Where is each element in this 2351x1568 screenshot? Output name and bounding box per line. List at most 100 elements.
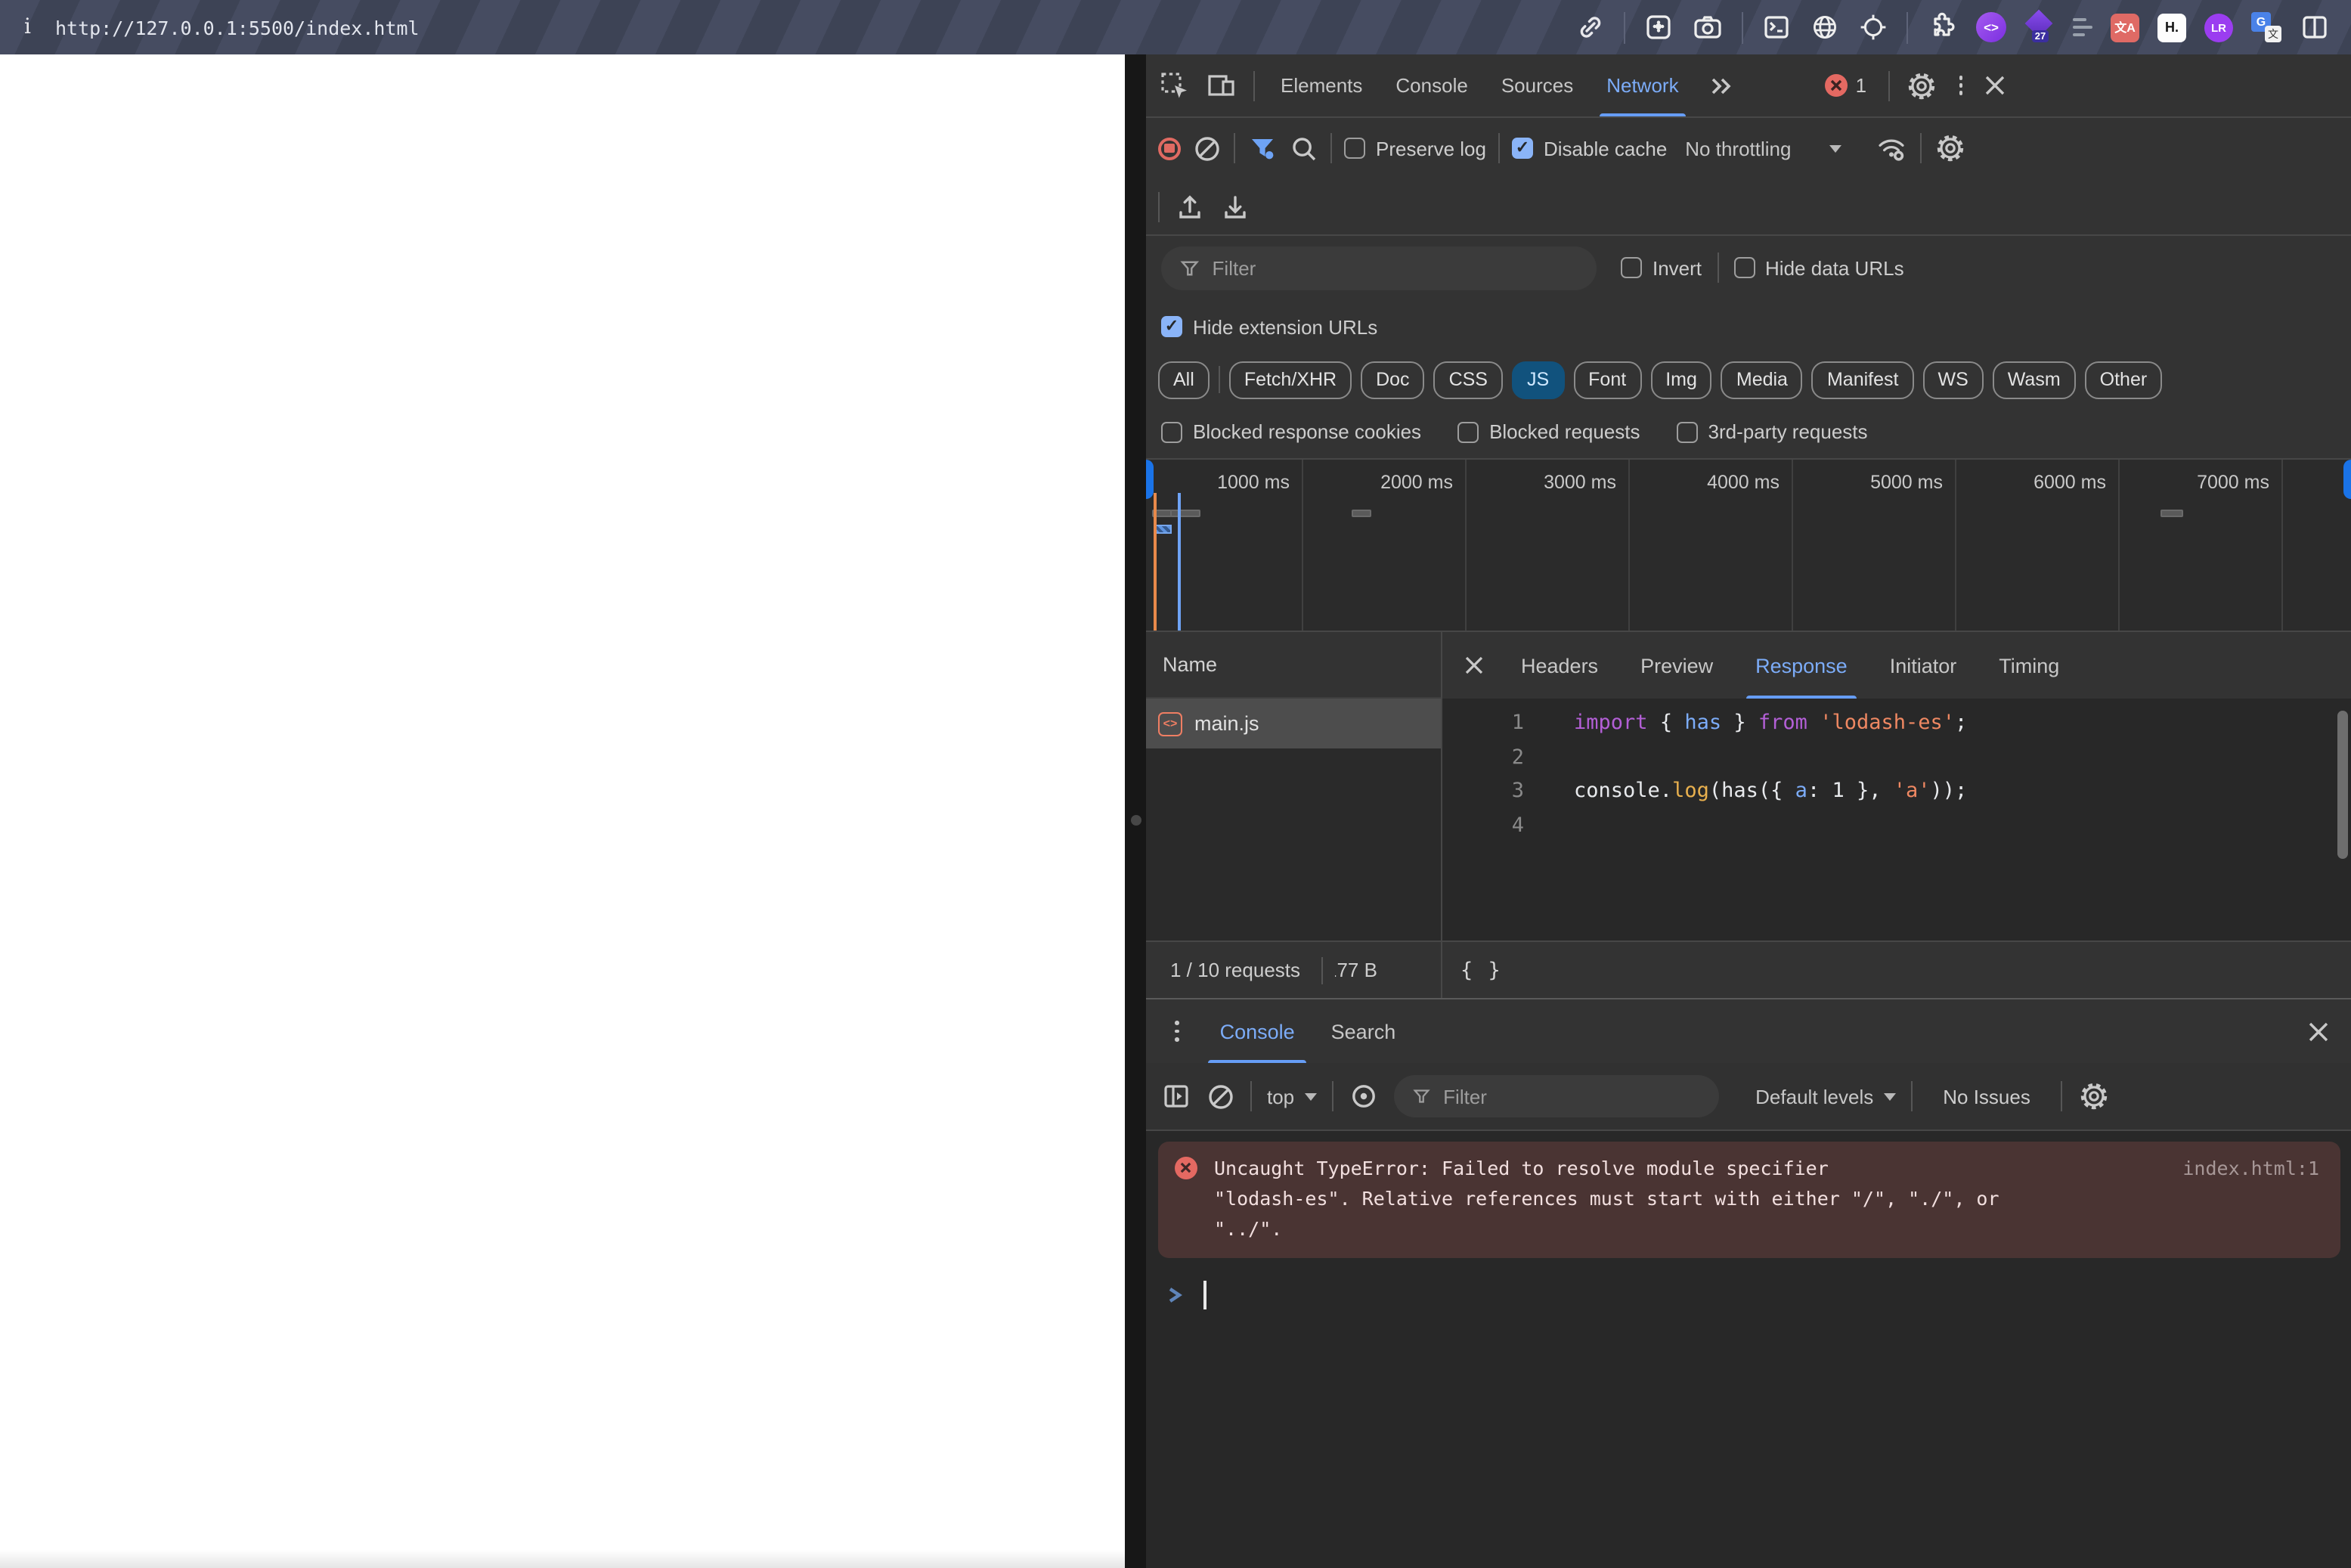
devtools-resize-divider[interactable] — [1125, 54, 1146, 1568]
invert-checkbox[interactable]: Invert — [1621, 256, 1702, 279]
network-conditions-icon[interactable] — [1874, 133, 1907, 163]
h-extension-icon[interactable]: H. — [2157, 13, 2186, 42]
console-sidebar-icon[interactable] — [1161, 1081, 1191, 1111]
response-code-viewer[interactable]: 1 import { has } from 'lodash-es'; 2 3 c… — [1442, 699, 2351, 940]
google-translate-extension-icon[interactable]: G 文 — [2251, 12, 2281, 42]
list-extension-icon[interactable] — [2073, 17, 2092, 37]
blocked-response-cookies-checkbox[interactable]: Blocked response cookies — [1161, 420, 1421, 443]
drawer-tab-search[interactable]: Search — [1313, 999, 1414, 1063]
tab-sources[interactable]: Sources — [1485, 54, 1590, 116]
blocked-requests-checkbox[interactable]: Blocked requests — [1457, 420, 1640, 443]
error-count-badge[interactable]: 1 — [1825, 74, 1866, 97]
filter-funnel-icon[interactable] — [1247, 133, 1278, 163]
url-text[interactable]: http://127.0.0.1:5500/index.html — [55, 16, 420, 39]
transferred-size-clipped: 177 B — [1335, 959, 1377, 981]
screenshot-camera-icon[interactable] — [1692, 12, 1724, 42]
chip-all[interactable]: All — [1158, 361, 1210, 398]
hide-data-urls-checkbox[interactable]: Hide data URLs — [1733, 256, 1904, 279]
console-settings-gear-icon[interactable] — [2077, 1080, 2111, 1113]
overview-left-handle[interactable] — [1146, 460, 1154, 499]
log-levels-dropdown[interactable]: Default levels — [1755, 1085, 1897, 1108]
devtools-tab-bar: Elements Console Sources Network 1 — [1146, 54, 2351, 118]
close-devtools-icon[interactable] — [1984, 74, 2007, 97]
name-header-label: Name — [1163, 653, 1218, 676]
device-toolbar-icon[interactable] — [1205, 70, 1238, 101]
third-party-requests-checkbox[interactable]: 3rd-party requests — [1676, 420, 1868, 443]
disable-cache-checkbox[interactable]: ✓ Disable cache — [1511, 137, 1667, 160]
pretty-print-button[interactable]: { } — [1460, 958, 1502, 982]
error-text-line: Uncaught TypeError: Failed to resolve mo… — [1214, 1157, 1829, 1179]
photo-extension-icon[interactable] — [1643, 12, 1674, 42]
overview-right-handle[interactable] — [2343, 460, 2351, 499]
issues-counter[interactable]: No Issues — [1928, 1085, 2046, 1108]
link-icon[interactable] — [1575, 12, 1606, 42]
import-har-icon[interactable] — [1175, 191, 1205, 222]
code-extension-icon[interactable]: <> — [1976, 12, 2006, 42]
tab-response[interactable]: Response — [1734, 632, 1869, 699]
console-prompt[interactable] — [1146, 1278, 2351, 1311]
network-overview-timeline[interactable]: 1000 ms 2000 ms 3000 ms 4000 ms 5000 ms … — [1146, 460, 2351, 632]
console-error-message[interactable]: index.html:1 Uncaught TypeError: Failed … — [1158, 1142, 2340, 1258]
more-tabs-icon[interactable] — [1708, 73, 1735, 98]
tab-network[interactable]: Network — [1590, 54, 1695, 116]
search-icon[interactable] — [1290, 134, 1318, 163]
console-drawer-tab-bar: Console Search — [1146, 998, 2351, 1063]
kebab-menu-icon[interactable] — [1959, 75, 1963, 96]
info-icon[interactable]: i — [24, 15, 31, 39]
name-column-header[interactable]: Name — [1146, 632, 1441, 699]
tab-timing[interactable]: Timing — [1978, 632, 2080, 699]
chip-font[interactable]: Font — [1573, 361, 1642, 398]
context-selector-dropdown[interactable]: top — [1267, 1085, 1318, 1108]
chip-manifest[interactable]: Manifest — [1811, 361, 1914, 398]
preserve-log-checkbox[interactable]: Preserve log — [1344, 137, 1486, 160]
chip-media[interactable]: Media — [1721, 361, 1803, 398]
error-source-link[interactable]: index.html:1 — [2182, 1154, 2319, 1184]
request-type-chips: All Fetch/XHR Doc CSS JS Font Img Media … — [1146, 354, 2351, 405]
terminal-extension-icon[interactable] — [1761, 12, 1792, 42]
split-view-icon[interactable] — [2300, 12, 2330, 42]
chip-other[interactable]: Other — [2084, 361, 2163, 398]
extensions-puzzle-icon[interactable] — [1926, 11, 1958, 43]
throttling-dropdown[interactable]: No throttling — [1685, 137, 1841, 160]
network-filter-input[interactable] — [1212, 256, 1578, 279]
chip-img[interactable]: Img — [1650, 361, 1712, 398]
timeline-tick-label: 2000 ms — [1380, 472, 1453, 493]
translate-red-extension-icon[interactable]: 文A — [2111, 13, 2139, 42]
timeline-gridline — [1792, 460, 1793, 631]
drawer-kebab-menu-icon[interactable] — [1175, 1021, 1179, 1042]
console-filter-input[interactable] — [1443, 1085, 1702, 1108]
chip-js[interactable]: JS — [1511, 361, 1565, 398]
chip-fetch-xhr[interactable]: Fetch/XHR — [1228, 361, 1352, 398]
chip-doc[interactable]: Doc — [1361, 361, 1425, 398]
crosshair-icon[interactable] — [1858, 12, 1888, 42]
live-expression-eye-icon[interactable] — [1349, 1081, 1379, 1111]
request-row-mainjs[interactable]: <> main.js — [1146, 699, 1441, 748]
blocked-response-cookies-label: Blocked response cookies — [1193, 420, 1422, 443]
close-details-icon[interactable] — [1464, 655, 1485, 676]
timeline-tick-label: 4000 ms — [1707, 472, 1780, 493]
chip-ws[interactable]: WS — [1922, 361, 1984, 398]
globe-icon[interactable] — [1810, 12, 1840, 42]
hide-extension-urls-checkbox[interactable]: ✓ Hide extension URLs — [1161, 315, 1377, 338]
calendar-extension-icon[interactable]: 27 — [2024, 9, 2055, 42]
network-settings-gear-icon[interactable] — [1933, 132, 1966, 165]
drawer-tab-console[interactable]: Console — [1202, 999, 1313, 1063]
lr-extension-icon[interactable]: LR — [2204, 13, 2233, 42]
close-drawer-icon[interactable] — [2307, 1020, 2330, 1043]
vertical-scrollbar[interactable] — [2337, 711, 2348, 859]
clear-network-log-icon[interactable] — [1193, 134, 1222, 163]
rendered-page-viewport[interactable] — [0, 54, 1125, 1568]
clear-console-icon[interactable] — [1206, 1082, 1235, 1111]
tab-headers[interactable]: Headers — [1500, 632, 1619, 699]
record-network-log-button[interactable] — [1158, 137, 1181, 160]
line-number: 3 — [1511, 779, 1524, 803]
tab-elements[interactable]: Elements — [1264, 54, 1379, 116]
export-har-icon[interactable] — [1220, 191, 1250, 222]
chip-wasm[interactable]: Wasm — [1992, 361, 2076, 398]
chip-css[interactable]: CSS — [1433, 361, 1503, 398]
inspect-element-icon[interactable] — [1158, 70, 1190, 101]
tab-console[interactable]: Console — [1379, 54, 1484, 116]
tab-initiator[interactable]: Initiator — [1869, 632, 1978, 699]
settings-gear-icon[interactable] — [1904, 69, 1937, 102]
tab-preview[interactable]: Preview — [1619, 632, 1734, 699]
